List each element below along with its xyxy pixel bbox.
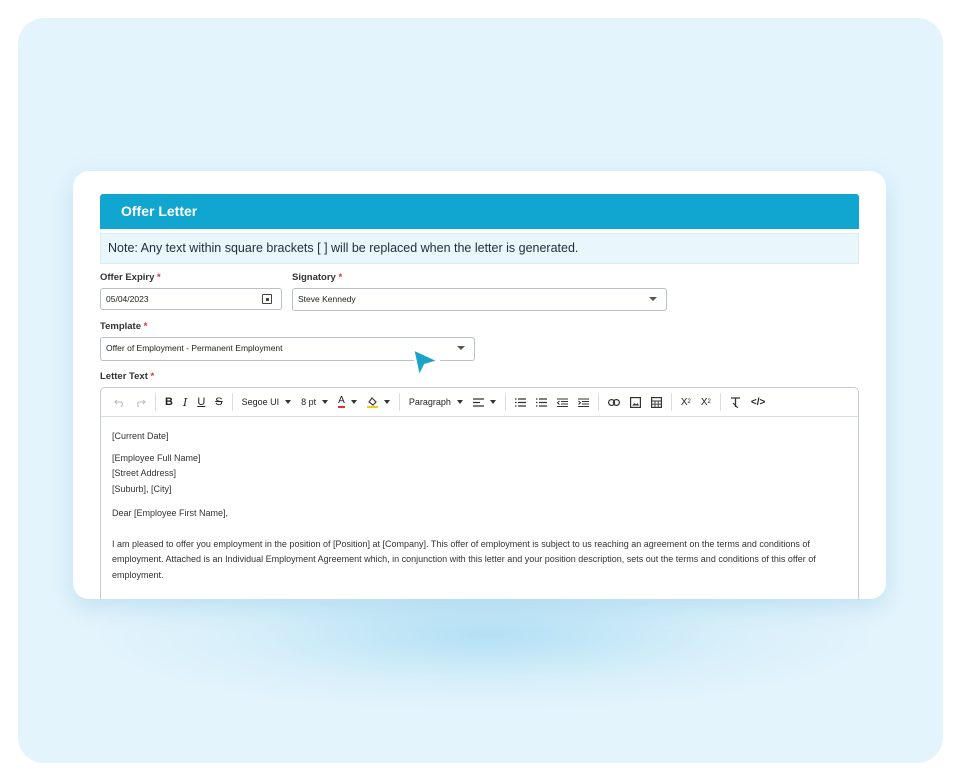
chevron-down-icon [457, 346, 465, 350]
letter-body: I am pleased to offer you employment in … [112, 538, 816, 580]
toolbar-divider [504, 393, 506, 411]
underline-icon[interactable]: U [194, 392, 208, 412]
offer-expiry-value: 05/04/2023 [106, 294, 149, 304]
code-view-icon[interactable]: </> [748, 392, 768, 412]
signatory-select[interactable]: Steve Kennedy [292, 288, 667, 311]
outdent-icon[interactable] [554, 392, 571, 412]
superscript-icon[interactable]: X2 [678, 392, 694, 412]
toolbar-divider [231, 393, 233, 411]
font-size-value: 8 pt [301, 397, 317, 407]
offer-letter-card: Offer Letter Note: Any text within squar… [73, 171, 886, 599]
chevron-down-icon [322, 400, 329, 404]
letter-street: [Street Address] [112, 468, 177, 478]
offer-expiry-input[interactable]: 05/04/2023 [100, 288, 282, 310]
undo-icon[interactable] [111, 392, 128, 412]
subscript-icon[interactable]: X2 [698, 392, 714, 412]
clear-format-icon[interactable] [727, 392, 744, 412]
signatory-label: Signatory * [292, 272, 342, 283]
redo-icon[interactable] [132, 392, 149, 412]
signatory-value: Steve Kennedy [298, 294, 356, 304]
letter-text-label: Letter Text * [100, 371, 154, 382]
template-value: Offer of Employment - Permanent Employme… [106, 343, 283, 353]
highlight-icon[interactable] [364, 392, 393, 412]
letter-suburb-city: [Suburb], [City] [112, 483, 172, 494]
letter-date: [Current Date] [112, 431, 169, 441]
required-mark: * [338, 272, 343, 283]
chevron-down-icon [285, 400, 292, 404]
card-title: Offer Letter [100, 194, 859, 229]
required-mark: * [150, 371, 155, 382]
chevron-down-icon [489, 400, 496, 404]
chevron-down-icon [350, 400, 357, 404]
indent-icon[interactable] [575, 392, 592, 412]
calendar-icon[interactable] [262, 294, 272, 304]
align-icon[interactable] [470, 392, 499, 412]
link-icon[interactable] [605, 392, 623, 412]
toolbar-divider [670, 393, 672, 411]
chevron-down-icon [456, 400, 463, 404]
letter-text-label-text: Letter Text [100, 371, 148, 382]
strikethrough-icon[interactable]: S [212, 392, 225, 412]
letter-address: [Employee Full Name] [Street Address] [S… [112, 451, 847, 498]
chevron-down-icon [649, 297, 657, 301]
toolbar-divider [155, 393, 156, 411]
table-icon[interactable] [648, 392, 665, 412]
required-mark: * [143, 321, 148, 332]
rich-text-editor[interactable]: B I U S Segoe UI 8 pt A Paragraph X 2 X … [100, 387, 859, 599]
font-family-select[interactable]: Segoe UI [239, 392, 295, 412]
numbered-list-icon[interactable] [533, 392, 550, 412]
toolbar-divider [398, 393, 400, 411]
font-family-value: Segoe UI [241, 397, 280, 407]
template-label-text: Template [100, 321, 142, 332]
italic-icon[interactable]: I [180, 392, 190, 412]
required-mark: * [157, 272, 161, 283]
font-color-icon[interactable]: A [335, 392, 360, 412]
image-icon[interactable] [627, 392, 644, 412]
bullet-list-icon[interactable] [512, 392, 529, 412]
signatory-label-text: Signatory [292, 272, 336, 283]
chevron-down-icon [383, 400, 390, 404]
letter-recipient-name: [Employee Full Name] [112, 452, 201, 463]
editor-content[interactable]: [Current Date] [Employee Full Name] [Str… [101, 417, 858, 599]
offer-expiry-label: Offer Expiry * [100, 272, 161, 283]
mouse-cursor-icon [411, 347, 441, 379]
block-format-select[interactable]: Paragraph [406, 392, 466, 412]
block-format-value: Paragraph [408, 397, 451, 407]
font-size-select[interactable]: 8 pt [298, 392, 331, 412]
letter-greeting: Dear [Employee First Name], [112, 508, 229, 518]
toolbar-divider [597, 393, 599, 411]
bold-icon[interactable]: B [162, 392, 176, 412]
info-note: Note: Any text within square brackets [ … [100, 233, 859, 264]
template-label: Template * [100, 321, 147, 332]
editor-toolbar: B I U S Segoe UI 8 pt A Paragraph X 2 X … [101, 388, 858, 417]
toolbar-divider [719, 393, 721, 411]
offer-expiry-label-text: Offer Expiry [100, 272, 155, 283]
